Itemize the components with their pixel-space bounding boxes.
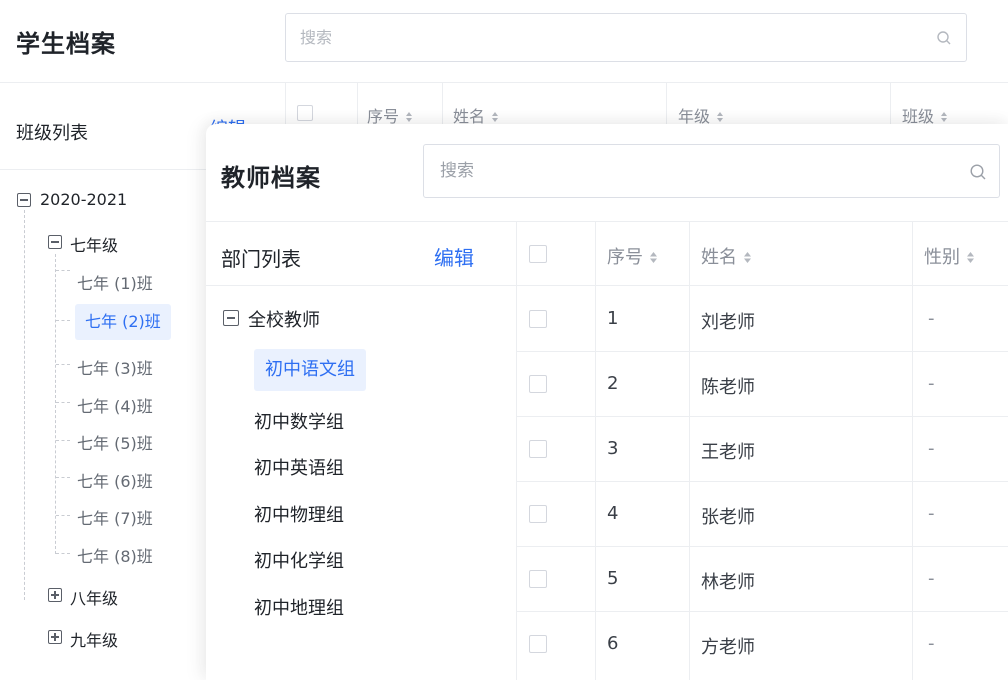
edit-button[interactable]: 编辑 [434,242,474,271]
sort-icon[interactable] [649,248,658,269]
cell-index: 5 [607,568,619,589]
tree-leaf-class-4[interactable]: 七年 (4)班 [77,393,153,417]
column-header-name[interactable]: 姓名 [701,243,752,269]
tree-node-all-teachers[interactable]: 全校教师 [248,306,320,332]
cell-index: 3 [607,438,619,459]
cell-name: 方老师 [701,637,755,658]
sort-icon[interactable] [743,248,752,269]
teacher-archive-window: 教师档案 部门列表 编辑 全校教师 初中语文组 初中数学组 初中英语组 初中物理… [206,124,1008,680]
search-input[interactable] [424,145,924,197]
tree-leaf-class-3[interactable]: 七年 (3)班 [77,355,153,379]
cell-index: 4 [607,503,619,524]
search-box[interactable] [423,144,1000,198]
table-row[interactable]: 6 方老师 - [517,612,1008,677]
minus-box-icon[interactable] [223,310,239,326]
tree-leaf-class-1[interactable]: 七年 (1)班 [77,270,153,294]
select-all-checkbox[interactable] [529,245,547,263]
column-header-index[interactable]: 序号 [607,243,658,269]
cell-name: 刘老师 [701,312,755,333]
cell-gender: - [928,308,935,329]
search-icon[interactable] [936,30,952,50]
table-row[interactable]: 1 刘老师 - [517,287,1008,352]
department-item-chemistry[interactable]: 初中化学组 [254,547,344,573]
table-row[interactable]: 4 张老师 - [517,482,1008,547]
row-checkbox[interactable] [529,310,547,328]
teacher-table: 序号 姓名 性别 1 刘老师 - 2 陈老师 - 3 王老师 - 4 张老师 -… [517,222,1008,680]
select-all-checkbox[interactable] [297,105,313,121]
cell-gender: - [928,568,935,589]
plus-box-icon[interactable] [48,630,62,644]
department-item-geography[interactable]: 初中地理组 [254,594,344,620]
tree-leaf-class-2[interactable]: 七年 (2)班 [75,304,171,340]
row-checkbox[interactable] [529,570,547,588]
tree-node-year[interactable]: 2020-2021 [40,190,127,209]
department-item-chinese[interactable]: 初中语文组 [254,349,366,391]
tree-node-grade-8[interactable]: 八年级 [70,585,118,609]
sidebar-title: 部门列表 [221,247,301,271]
row-checkbox[interactable] [529,375,547,393]
row-checkbox[interactable] [529,440,547,458]
page-title: 学生档案 [16,30,116,58]
department-item-english[interactable]: 初中英语组 [254,454,344,480]
cell-name: 王老师 [701,442,755,463]
row-checkbox[interactable] [529,505,547,523]
sidebar-header: 部门列表 编辑 [206,222,516,286]
cell-name: 张老师 [701,507,755,528]
cell-gender: - [928,373,935,394]
table-row[interactable]: 3 王老师 - [517,417,1008,482]
tree-leaf-class-5[interactable]: 七年 (5)班 [77,430,153,454]
row-checkbox[interactable] [529,635,547,653]
tree-leaf-class-8[interactable]: 七年 (8)班 [77,543,153,567]
minus-box-icon[interactable] [48,235,62,249]
plus-box-icon[interactable] [48,588,62,602]
department-item-physics[interactable]: 初中物理组 [254,501,344,527]
tree-leaf-class-7[interactable]: 七年 (7)班 [77,505,153,529]
table-row[interactable]: 2 陈老师 - [517,352,1008,417]
sort-icon[interactable] [966,248,975,269]
cell-index: 6 [607,633,619,654]
tree-leaf-class-6[interactable]: 七年 (6)班 [77,468,153,492]
sidebar-title: 班级列表 [16,123,88,144]
cell-index: 1 [607,308,619,329]
column-header-gender[interactable]: 性别 [924,243,975,269]
table-header: 序号 姓名 性别 [517,222,1008,286]
search-input[interactable] [286,14,886,61]
department-sidebar: 部门列表 编辑 全校教师 初中语文组 初中数学组 初中英语组 初中物理组 初中化… [206,222,517,680]
table-row[interactable]: 5 林老师 - [517,547,1008,612]
tree-node-grade-9[interactable]: 九年级 [70,627,118,651]
minus-box-icon[interactable] [17,193,31,207]
cell-gender: - [928,633,935,654]
department-item-math[interactable]: 初中数学组 [254,408,344,434]
page-title: 教师档案 [221,164,321,192]
tree-node-grade-7[interactable]: 七年级 [70,232,118,256]
search-icon[interactable] [969,163,987,185]
cell-gender: - [928,438,935,459]
search-box[interactable] [285,13,967,62]
cell-gender: - [928,503,935,524]
cell-name: 陈老师 [701,377,755,398]
cell-index: 2 [607,373,619,394]
cell-name: 林老师 [701,572,755,593]
